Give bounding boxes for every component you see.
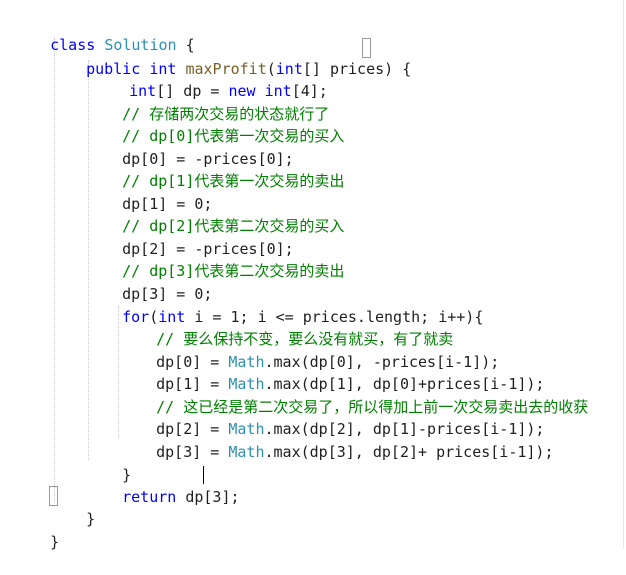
code-comment[interactable]: // 要么保持不变，要么没有就买，有了就卖 — [120, 306, 453, 348]
code-line[interactable]: dp[2] = Math.max(dp[2], dp[1]-prices[i-1… — [120, 396, 544, 438]
code-line[interactable]: } — [50, 486, 95, 528]
code-line[interactable]: for(int i = 1; i <= prices.length; i++){ — [86, 284, 483, 326]
code-comment[interactable]: // dp[2]代表第二次交易的买入 — [86, 193, 344, 235]
code-line[interactable]: dp[1] = 0; — [86, 171, 212, 213]
code-line[interactable]: dp[3] = 0; — [86, 261, 212, 303]
code-line[interactable]: } — [86, 442, 131, 484]
code-line-text: return dp[3]; — [122, 488, 240, 506]
code-line[interactable]: dp[2] = -prices[0]; — [86, 216, 294, 258]
code-line[interactable]: dp[3] = Math.max(dp[3], dp[2]+ prices[i-… — [120, 419, 553, 461]
code-line[interactable]: dp[1] = Math.max(dp[1], dp[0]+prices[i-1… — [120, 351, 544, 393]
code-line[interactable]: return dp[3]; — [86, 464, 239, 506]
code-line[interactable]: int[] dp = new int[4]; — [93, 58, 328, 100]
code-comment[interactable]: // dp[1]代表第一次交易的卖出 — [86, 148, 344, 190]
code-line[interactable]: dp[0] = Math.max(dp[0], -prices[i-1]); — [120, 329, 499, 371]
code-line[interactable]: class Solution { — [14, 12, 195, 54]
code-line-text: dp[3] = Math.max(dp[3], dp[2]+ prices[i-… — [156, 443, 554, 461]
text-cursor — [203, 466, 204, 484]
code-comment[interactable]: // dp[0]代表第一次交易的买入 — [86, 103, 344, 145]
code-comment[interactable]: // 这已经是第二次交易了，所以得加上前一次交易卖出去的收获 — [120, 374, 588, 416]
code-line[interactable]: dp[0] = -prices[0]; — [86, 126, 294, 168]
code-line[interactable]: } — [14, 509, 59, 551]
code-line[interactable]: public int maxProfit(int[] prices) { — [50, 36, 411, 78]
code-line-text: } — [86, 510, 96, 528]
code-editor[interactable]: class Solution { public int maxProfit(in… — [0, 0, 626, 551]
code-comment[interactable]: // 存储两次交易的状态就行了 — [86, 81, 329, 123]
indent-guide-method — [54, 38, 55, 502]
code-comment[interactable]: // dp[3]代表第二次交易的卖出 — [86, 238, 344, 280]
code-line-text: } — [50, 533, 60, 551]
editor-right-edge — [623, 0, 624, 549]
